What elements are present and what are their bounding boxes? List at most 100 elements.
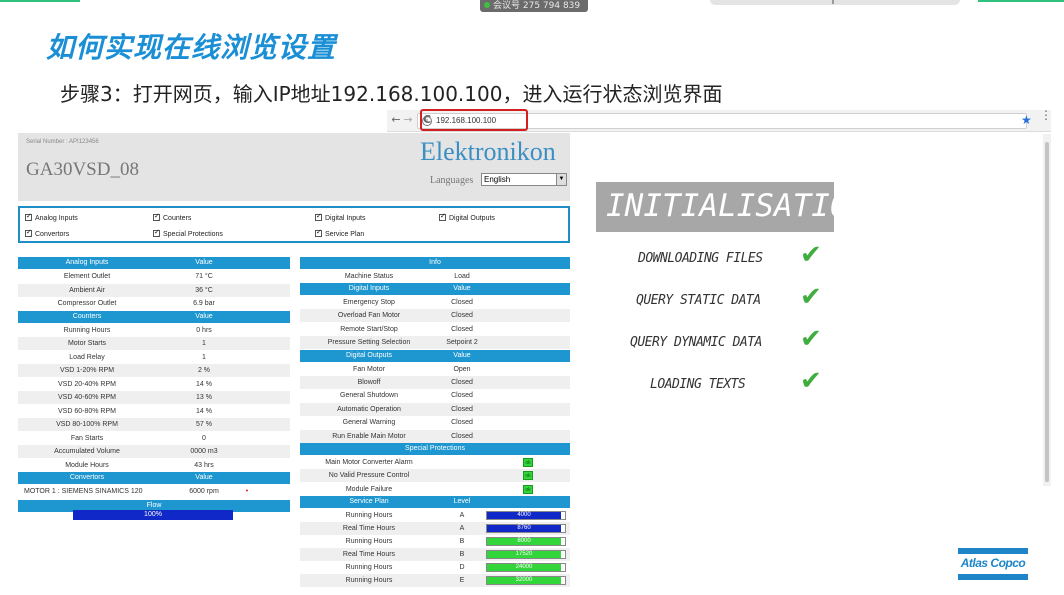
checkbox-label: Service Plan — [325, 231, 365, 238]
languages-label: Languages — [430, 175, 474, 186]
table-row: Running Hours E 32000 — [300, 574, 570, 588]
row-label: Real Time Hours — [342, 525, 396, 533]
checkbox-service-plan[interactable]: Service Plan — [315, 228, 365, 238]
table-row: VSD 60-80% RPM 14 % — [18, 405, 290, 418]
bookmark-star-icon[interactable]: ★ — [1021, 113, 1032, 127]
checkbox-icon[interactable] — [439, 212, 446, 221]
table-header: Digital Inputs Value — [300, 283, 570, 295]
table-header: Special Protections — [300, 443, 570, 455]
meeting-id-badge[interactable]: 会议号 275 794 839 — [480, 0, 588, 12]
checkbox-special-protections[interactable]: Special Protections — [153, 228, 223, 238]
table-row: VSD 1-20% RPM 2 % — [18, 364, 290, 377]
checkbox-icon[interactable] — [25, 212, 32, 221]
service-level-fill: 17520 — [487, 551, 561, 559]
row-value: 13 % — [196, 394, 212, 401]
row-value: 57 % — [196, 421, 212, 428]
table-header: Analog Inputs Value — [18, 257, 290, 269]
checkbox-icon[interactable] — [315, 228, 322, 237]
row-label: Run Enable Main Motor — [332, 432, 406, 440]
column-header: Value — [453, 351, 471, 359]
table-row: Remote Start/Stop Closed — [300, 323, 570, 336]
column-header: Value — [453, 285, 471, 292]
status-led-icon: ok — [523, 471, 533, 481]
scrollbar-thumb[interactable] — [1045, 142, 1049, 482]
column-header: Digital Inputs — [348, 285, 390, 292]
row-label: Running Hours — [345, 512, 393, 520]
atlas-copco-logo: Atlas Copco — [958, 548, 1028, 580]
column-header: Value — [195, 312, 213, 320]
row-label: VSD 1-20% RPM — [59, 367, 115, 374]
table-row: General Warning Closed — [300, 416, 570, 429]
checkmark-icon: ✔ — [800, 324, 822, 354]
status-dot-icon — [484, 2, 490, 8]
row-label: Running Hours — [345, 564, 393, 572]
table-row: Running Hours 0 hrs — [18, 324, 290, 337]
checkbox-icon[interactable] — [153, 228, 160, 237]
row-label: Compressor Outlet — [57, 300, 117, 307]
service-level-fill: 4000 — [487, 512, 561, 520]
service-level-bar: 24000 — [486, 563, 566, 573]
table-row: Automatic Operation Closed — [300, 402, 570, 416]
row-value: Setpoint 2 — [446, 339, 478, 347]
controller-header: Serial Number : API123456 GA30VSD_08 Ele… — [18, 133, 570, 201]
row-label: No Valid Pressure Control — [328, 472, 410, 480]
table-row: Fan Motor Open — [300, 363, 570, 376]
table-row: Blowoff Closed — [300, 376, 570, 389]
column-header: Service Plan — [349, 498, 389, 506]
table-row: Running Hours B 8000 — [300, 535, 570, 548]
service-level-bar: 8760 — [486, 524, 566, 534]
service-level-bar: 32000 — [486, 576, 566, 586]
checkbox-analog-inputs[interactable]: Analog Inputs — [25, 212, 78, 222]
row-label: Running Hours — [345, 577, 393, 585]
checkbox-icon[interactable] — [153, 212, 160, 221]
table-row: VSD 80-100% RPM 57 % — [18, 418, 290, 431]
row-label: Load Relay — [69, 353, 105, 361]
service-level-fill: 32000 — [487, 577, 561, 585]
checkbox-digital-inputs[interactable]: Digital Inputs — [315, 212, 365, 222]
row-value: 0000 m3 — [190, 448, 218, 455]
row-label: Emergency Stop — [343, 299, 395, 306]
left-status-table: Analog Inputs Value Element Outlet 71 °C Amb… — [18, 257, 290, 527]
status-led-icon: ok — [523, 484, 533, 494]
checkbox-icon[interactable] — [315, 212, 322, 221]
row-value: Closed — [451, 312, 473, 320]
language-value: English — [484, 175, 511, 184]
table-row: MOTOR 1 : SIEMENS SINAMICS 120 6000 rpm • — [18, 485, 290, 498]
row-value: Closed — [451, 432, 473, 440]
service-level-fill: 24000 — [487, 564, 561, 572]
meeting-id-label: 会议号 275 794 839 — [493, 1, 581, 11]
device-name: GA30VSD_08 — [26, 159, 139, 180]
row-label: Module Hours — [65, 461, 109, 469]
row-label: Overload Fan Motor — [337, 312, 401, 320]
language-select[interactable]: English ▼ — [481, 173, 567, 186]
column-header: Value — [195, 474, 213, 481]
browser-menu-icon[interactable]: ⋮ — [1040, 109, 1052, 121]
init-step: QUERY DYNAMIC DATA — [630, 335, 762, 350]
row-label: Fan Motor — [353, 365, 385, 373]
forward-arrow-icon[interactable]: → — [401, 113, 415, 127]
row-value: 36 °C — [195, 286, 213, 294]
row-label: Module Failure — [345, 485, 393, 493]
init-step: LOADING TEXTS — [650, 377, 746, 392]
chevron-down-icon[interactable]: ▼ — [556, 174, 566, 185]
checkbox-icon[interactable] — [25, 228, 32, 237]
row-label: Running Hours — [345, 538, 393, 546]
table-row: Compressor Outlet 6.9 bar — [18, 297, 290, 310]
service-level-bar: 4000 — [486, 511, 566, 521]
row-label: General Warning — [342, 419, 396, 427]
table-header: Counters Value — [18, 310, 290, 323]
table-row: Real Time Hours A 8760 — [300, 522, 570, 536]
table-row: VSD 20-40% RPM 14 % — [18, 378, 290, 391]
table-header: Info — [300, 257, 570, 269]
checkbox-counters[interactable]: Counters — [153, 212, 192, 222]
checkbox-label: Counters — [163, 215, 192, 222]
checkbox-label: Analog Inputs — [35, 215, 78, 222]
table-header: Convertors Value — [18, 472, 290, 484]
logo-bar — [958, 574, 1028, 580]
row-value: Closed — [451, 405, 473, 413]
table-header: Digital Outputs Value — [300, 349, 570, 362]
checkbox-convertors[interactable]: Convertors — [25, 228, 69, 238]
row-value: Closed — [451, 392, 473, 400]
slide-title: 如何实现在线浏览设置 — [46, 31, 337, 64]
checkbox-digital-outputs[interactable]: Digital Outputs — [439, 212, 495, 222]
